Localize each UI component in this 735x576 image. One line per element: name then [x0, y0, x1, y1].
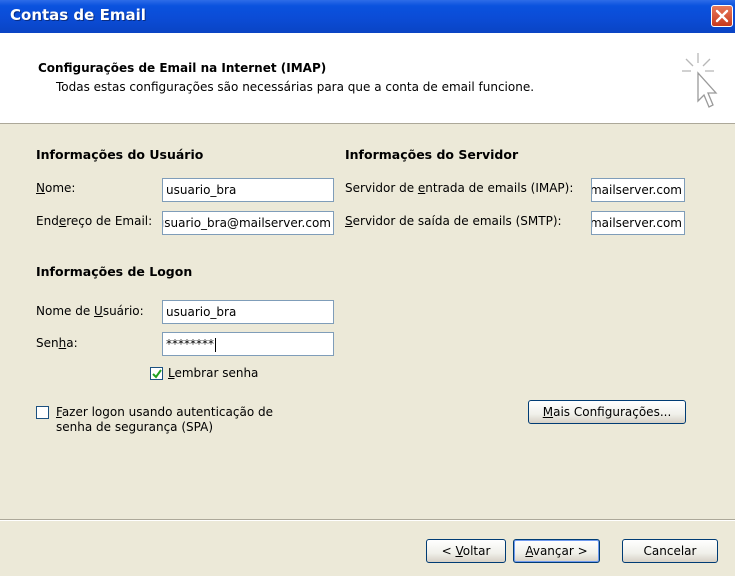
title-bar[interactable]: Contas de Email [0, 0, 735, 33]
logon-info-heading: Informações de Logon [36, 264, 193, 279]
email-input[interactable]: usuario_bra@mailserver.com [162, 211, 334, 235]
wizard-header: Configurações de Email na Internet (IMAP… [0, 33, 735, 124]
email-label: Endereço de Email: [36, 214, 153, 228]
incoming-server-label: Servidor de entrada de emails (IMAP): [345, 181, 574, 195]
server-info-heading: Informações do Servidor [345, 147, 519, 162]
outgoing-server-value: mailserver.com [591, 216, 682, 230]
close-button[interactable] [711, 5, 733, 27]
password-label: Senha: [36, 336, 78, 350]
password-input[interactable]: ******** [162, 332, 334, 356]
username-label: Nome de Usuário: [36, 304, 144, 318]
email-value: usuario_bra@mailserver.com [162, 216, 331, 230]
text-caret [215, 337, 216, 352]
wizard-cursor-icon [682, 53, 718, 108]
footer-separator [0, 519, 735, 521]
window-title: Contas de Email [10, 6, 146, 24]
spa-label-line1[interactable]: Fazer logon usando autenticação de [56, 405, 273, 419]
spa-label-line2[interactable]: senha de segurança (SPA) [56, 420, 213, 434]
incoming-server-value: mailserver.com [591, 183, 682, 197]
user-info-heading: Informações do Usuário [36, 147, 204, 162]
spa-checkbox[interactable] [36, 406, 49, 419]
email-accounts-dialog: Contas de Email Configurações de Email n… [0, 0, 735, 576]
header-subtitle: Todas estas configurações são necessária… [56, 80, 535, 94]
back-button[interactable]: < Voltar [426, 539, 506, 563]
outgoing-server-label: Servidor de saída de emails (SMTP): [345, 214, 562, 228]
cancel-button[interactable]: Cancelar [622, 539, 718, 563]
incoming-server-input[interactable]: mailserver.com [591, 178, 685, 202]
remember-password-checkbox[interactable] [150, 367, 163, 380]
remember-password-label[interactable]: Lembrar senha [168, 366, 258, 380]
name-input[interactable]: usuario_bra [162, 178, 334, 202]
close-icon [715, 9, 729, 23]
name-label: Nome: [36, 181, 76, 195]
password-value: ******** [166, 337, 214, 351]
more-settings-button[interactable]: Mais Configurações... [528, 400, 686, 424]
checkmark-icon [152, 369, 162, 379]
header-title: Configurações de Email na Internet (IMAP… [38, 61, 327, 75]
outgoing-server-input[interactable]: mailserver.com [591, 211, 685, 235]
next-button[interactable]: Avançar > [513, 539, 600, 563]
username-input[interactable]: usuario_bra [162, 300, 334, 324]
